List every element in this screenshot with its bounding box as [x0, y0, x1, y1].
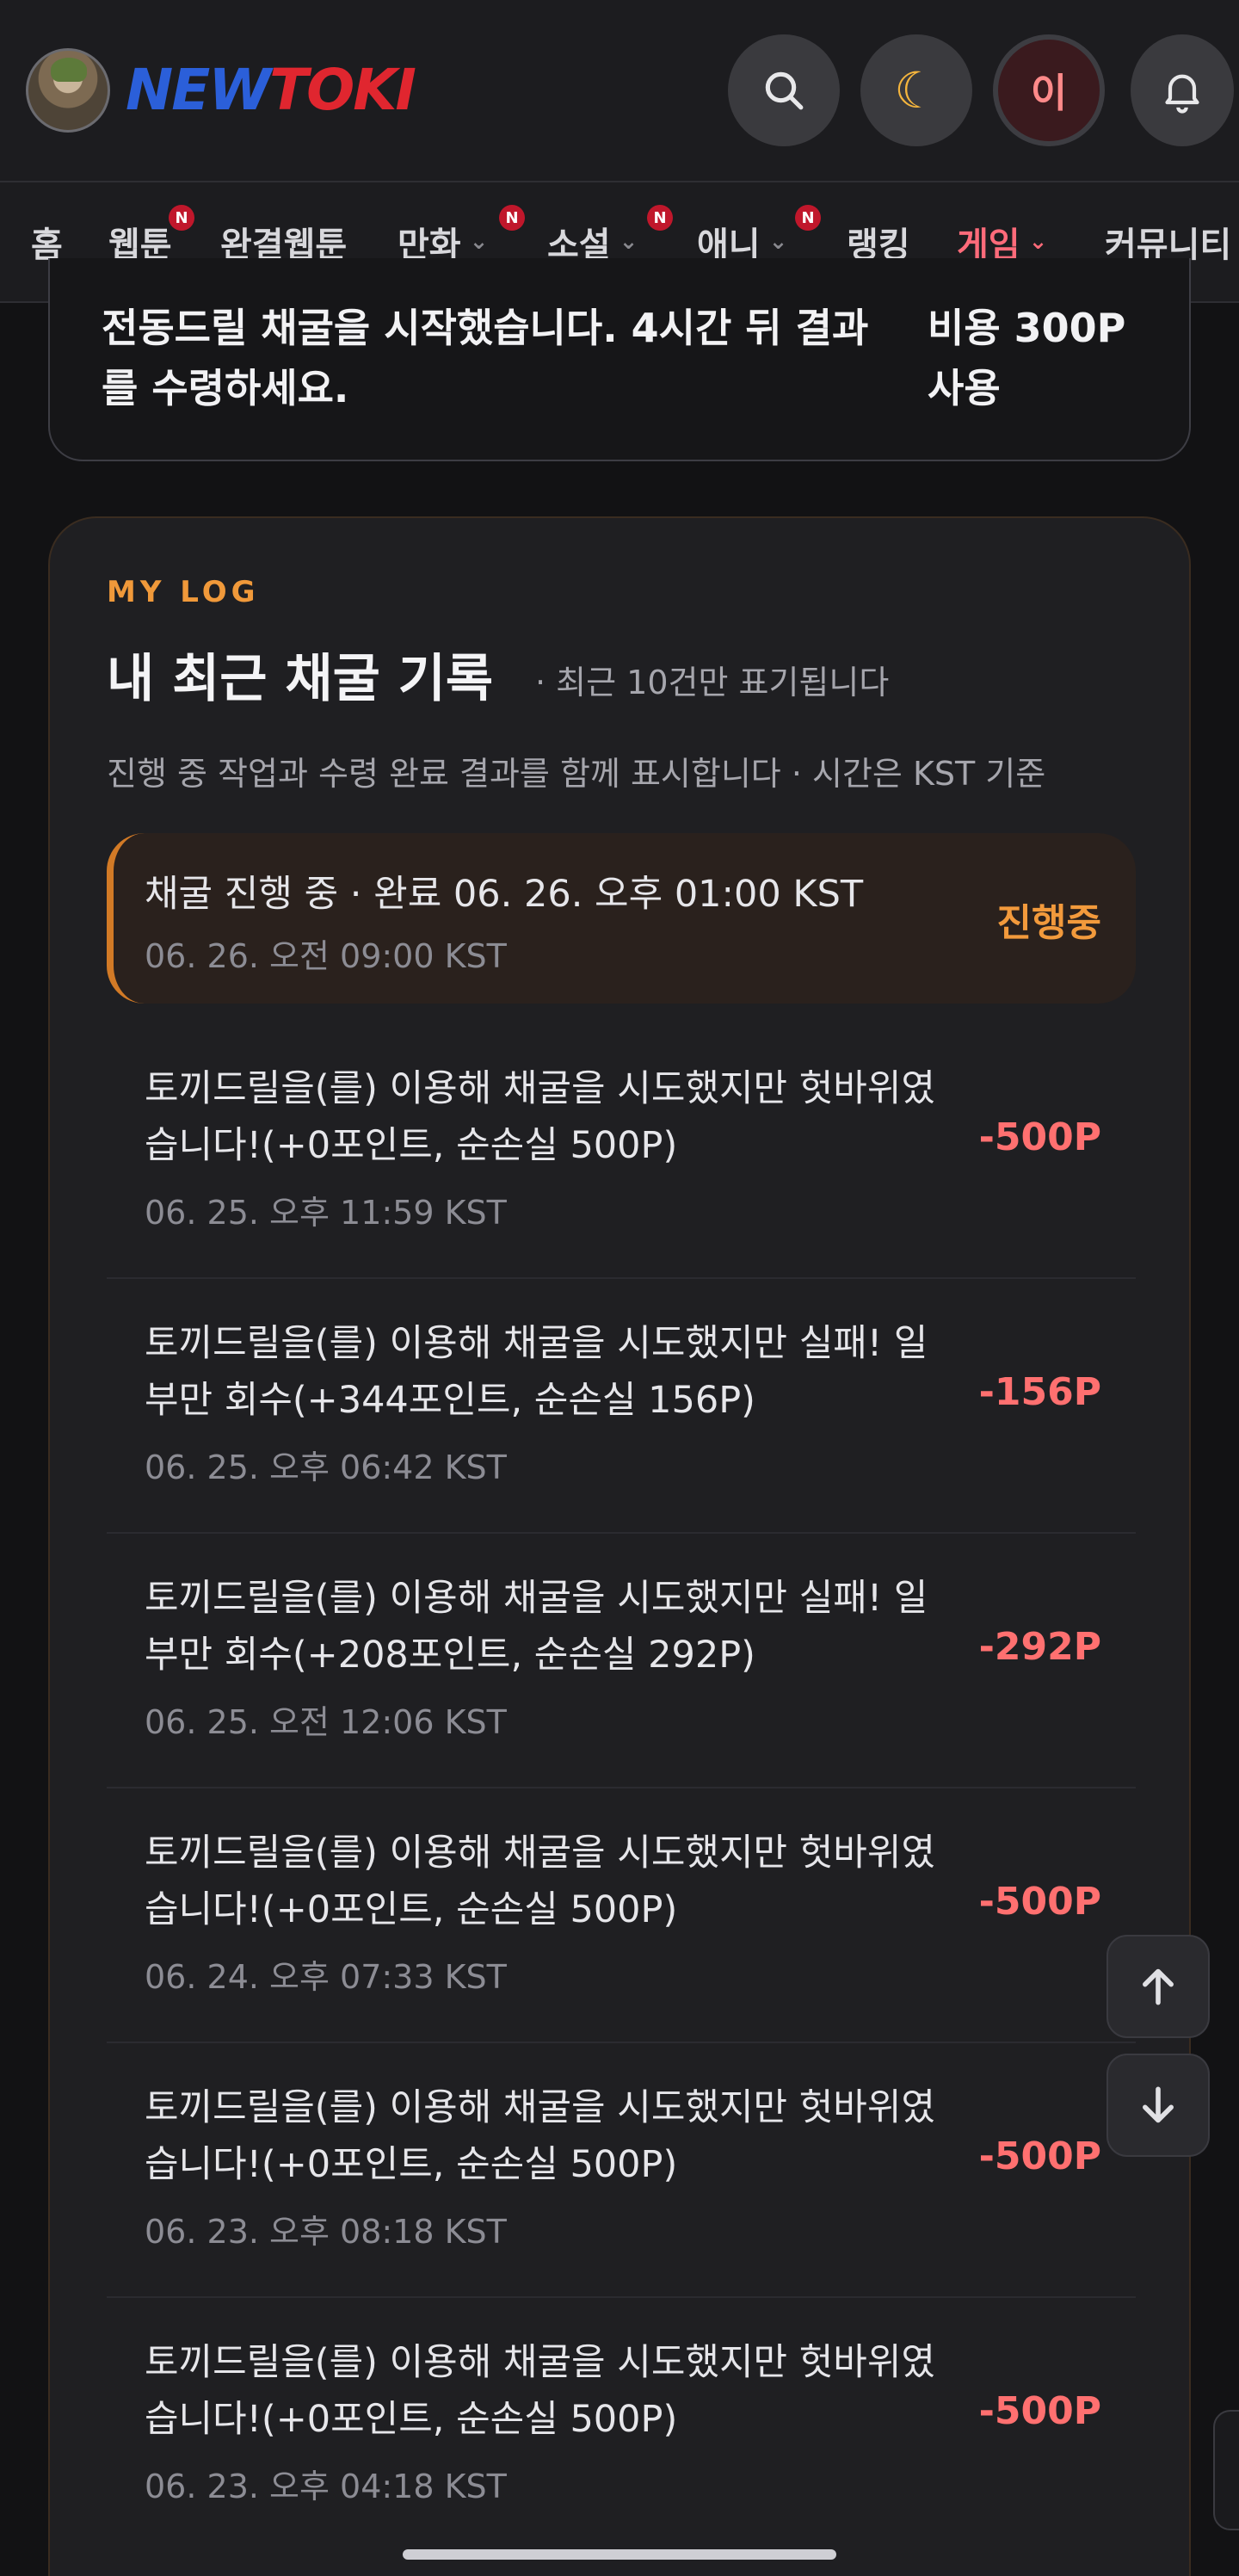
- page: NEWTOKI ☾ 이 홈 웹툰 N 완결웹툰 만화 ⌄ N 소설 ⌄ N 애니…: [0, 0, 1239, 2576]
- log-entry-status: 진행중: [996, 901, 1101, 945]
- new-badge: N: [169, 205, 194, 231]
- chevron-down-icon: ⌄: [768, 229, 788, 255]
- log-entry-pending: 채굴 진행 중 · 완료 06. 26. 오후 01:00 KST 06. 26…: [107, 833, 1136, 1004]
- new-badge: N: [499, 205, 525, 231]
- chevron-down-icon: ⌄: [619, 229, 638, 255]
- log-note: · 최근 10건만 표기됩니다: [535, 664, 890, 701]
- divider: [107, 2296, 1136, 2298]
- log-entry-text: 채굴 진행 중 · 완료 06. 26. 오후 01:00 KST: [145, 873, 864, 916]
- mining-status-message: 전동드릴 채굴을 시작했습니다. 4시간 뒤 결과를 수령하세요.: [102, 305, 869, 411]
- home-indicator: [403, 2549, 836, 2560]
- user-avatar-button[interactable]: 이: [993, 34, 1105, 146]
- scroll-to-bottom-button[interactable]: [1106, 2054, 1210, 2157]
- user-initial: 이: [1030, 70, 1068, 116]
- top-header: NEWTOKI ☾ 이: [0, 0, 1239, 182]
- divider: [107, 1277, 1136, 1279]
- log-entry-text: 토끼드릴을(를) 이용해 채굴을 시도했지만 헛바위였습니다!(+0포인트, 순…: [145, 2341, 935, 2441]
- brand-new: NEW: [126, 57, 271, 123]
- arrow-up-icon: [1143, 1968, 1174, 2005]
- log-entry-amount: -156P: [978, 1370, 1101, 1414]
- chevron-down-icon: ⌄: [1028, 229, 1048, 255]
- log-entry-time: 06. 26. 오전 09:00 KST: [145, 937, 507, 975]
- site-logo-avatar[interactable]: [26, 48, 110, 133]
- new-badge: N: [795, 205, 821, 231]
- log-entry-amount: -500P: [978, 1115, 1101, 1159]
- log-entry-amount: -500P: [978, 2389, 1101, 2433]
- mining-log-card: MY LOG 내 최근 채굴 기록 · 최근 10건만 표기됩니다 진행 중 작…: [48, 516, 1191, 2576]
- log-title: 내 최근 채굴 기록: [107, 649, 494, 709]
- divider: [107, 2042, 1136, 2043]
- log-entry-time: 06. 23. 오후 08:18 KST: [145, 2213, 507, 2251]
- log-entry-amount: -500P: [978, 2134, 1101, 2178]
- chevron-down-icon: ⌄: [469, 229, 489, 255]
- side-drawer-handle[interactable]: [1213, 2410, 1239, 2530]
- brand-logo[interactable]: NEWTOKI: [126, 57, 416, 123]
- mining-status-card: 전동드릴 채굴을 시작했습니다. 4시간 뒤 결과를 수령하세요. 비용 300…: [48, 258, 1191, 461]
- divider: [107, 1787, 1136, 1788]
- log-entry-text: 토끼드릴을(를) 이용해 채굴을 시도했지만 헛바위였습니다!(+0포인트, 순…: [145, 1067, 935, 1167]
- log-entry-text: 토끼드릴을(를) 이용해 채굴을 시도했지만 실패! 일부만 회수(+208포인…: [145, 1577, 928, 1677]
- notifications-button[interactable]: [1131, 34, 1234, 146]
- log-entry-amount: -292P: [978, 1625, 1101, 1669]
- log-entry-time: 06. 25. 오후 11:59 KST: [145, 1194, 507, 1232]
- moon-icon: ☾: [894, 61, 939, 120]
- mining-cost: 비용 300P 사용: [928, 305, 1126, 411]
- search-icon: [765, 71, 804, 110]
- log-entry-text: 토끼드릴을(를) 이용해 채굴을 시도했지만 헛바위였습니다!(+0포인트, 순…: [145, 1832, 935, 1931]
- log-entry-time: 06. 24. 오후 07:33 KST: [145, 1958, 507, 1996]
- log-entry-time: 06. 25. 오후 06:42 KST: [145, 1449, 507, 1486]
- scroll-to-top-button[interactable]: [1106, 1935, 1210, 2038]
- log-eyebrow: MY LOG: [107, 575, 260, 609]
- divider: [107, 1532, 1136, 1534]
- new-badge: N: [647, 205, 673, 231]
- log-description: 진행 중 작업과 수령 완료 결과를 함께 표시합니다 · 시간은 KST 기준: [107, 755, 1046, 793]
- log-entry-text: 토끼드릴을(를) 이용해 채굴을 시도했지만 실패! 일부만 회수(+344포인…: [145, 1322, 928, 1422]
- log-entry-amount: -500P: [978, 1880, 1101, 1924]
- arrow-down-icon: [1143, 2086, 1174, 2123]
- theme-toggle-button[interactable]: ☾: [860, 34, 972, 146]
- brand-toki: TOKI: [269, 57, 416, 123]
- bell-icon: [1165, 74, 1199, 114]
- log-entry-time: 06. 25. 오전 12:06 KST: [145, 1703, 507, 1741]
- search-button[interactable]: [728, 34, 840, 146]
- log-entry-time: 06. 23. 오후 04:18 KST: [145, 2468, 507, 2505]
- log-entry-text: 토끼드릴을(를) 이용해 채굴을 시도했지만 헛바위였습니다!(+0포인트, 순…: [145, 2086, 935, 2186]
